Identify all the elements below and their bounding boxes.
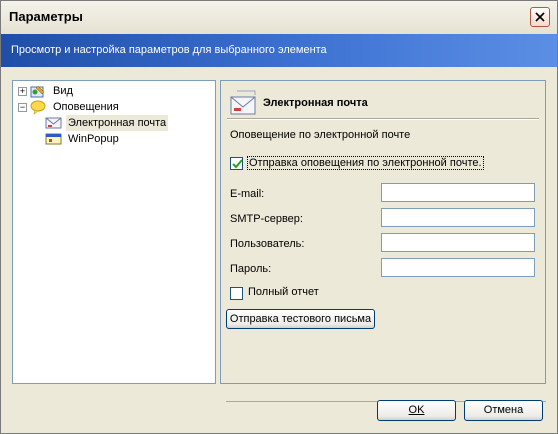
tree-item-view[interactable]: + Вид: [13, 83, 213, 99]
send-notification-label: Отправка оповещения по электронной почте…: [247, 156, 484, 170]
checkmark-icon: [232, 159, 243, 169]
cancel-button-label: Отмена: [483, 404, 524, 416]
full-report-label: Полный отчет: [248, 286, 319, 298]
tree-item-label: Оповещения: [53, 101, 119, 113]
panel-title: Электронная почта: [263, 97, 368, 109]
password-field[interactable]: [381, 258, 535, 277]
title-divider: [227, 119, 539, 120]
cancel-button[interactable]: Отмена: [464, 400, 543, 421]
settings-dialog: Параметры Просмотр и настройка параметро…: [0, 0, 558, 434]
ok-button[interactable]: OK: [377, 400, 456, 421]
window-title: Параметры: [9, 9, 83, 24]
close-icon: [535, 12, 545, 22]
email-large-icon: [230, 90, 256, 115]
email-settings-panel: Электронная почта Оповещение по электрон…: [220, 80, 546, 384]
tree-item-winpopup[interactable]: WinPopup: [13, 131, 213, 147]
email-label: E-mail:: [230, 188, 265, 200]
smtp-server-field[interactable]: [381, 208, 535, 227]
settings-tree[interactable]: + Вид − Оповещения Электронная почта Win…: [12, 80, 216, 384]
description-banner: Просмотр и настройка параметров для выбр…: [1, 34, 557, 67]
tree-item-label: Электронная почта: [66, 115, 169, 131]
email-icon: [45, 117, 62, 129]
view-icon: [30, 85, 45, 98]
tree-item-label: Вид: [53, 85, 73, 97]
tree-item-notifications[interactable]: − Оповещения: [13, 99, 213, 115]
user-label: Пользователь:: [230, 238, 305, 250]
tree-item-email[interactable]: Электронная почта: [13, 115, 213, 131]
winpopup-icon: [45, 133, 62, 145]
email-field[interactable]: [381, 183, 535, 202]
password-label: Пароль:: [230, 263, 272, 275]
smtp-server-label: SMTP-сервер:: [230, 213, 303, 225]
close-button[interactable]: [530, 7, 550, 27]
send-test-email-button[interactable]: Отправка тестового письма: [226, 309, 375, 329]
send-notification-checkbox[interactable]: [230, 157, 243, 170]
title-bar: Параметры: [1, 1, 557, 34]
banner-text: Просмотр и настройка параметров для выбр…: [11, 44, 327, 56]
user-field[interactable]: [381, 233, 535, 252]
collapse-toggle[interactable]: −: [18, 103, 27, 112]
full-report-checkbox[interactable]: [230, 287, 243, 300]
ok-button-label: OK: [408, 404, 425, 416]
notifications-icon: [30, 100, 46, 115]
section-subtitle: Оповещение по электронной почте: [230, 129, 411, 141]
tree-item-label: WinPopup: [68, 133, 119, 145]
expand-toggle[interactable]: +: [18, 87, 27, 96]
